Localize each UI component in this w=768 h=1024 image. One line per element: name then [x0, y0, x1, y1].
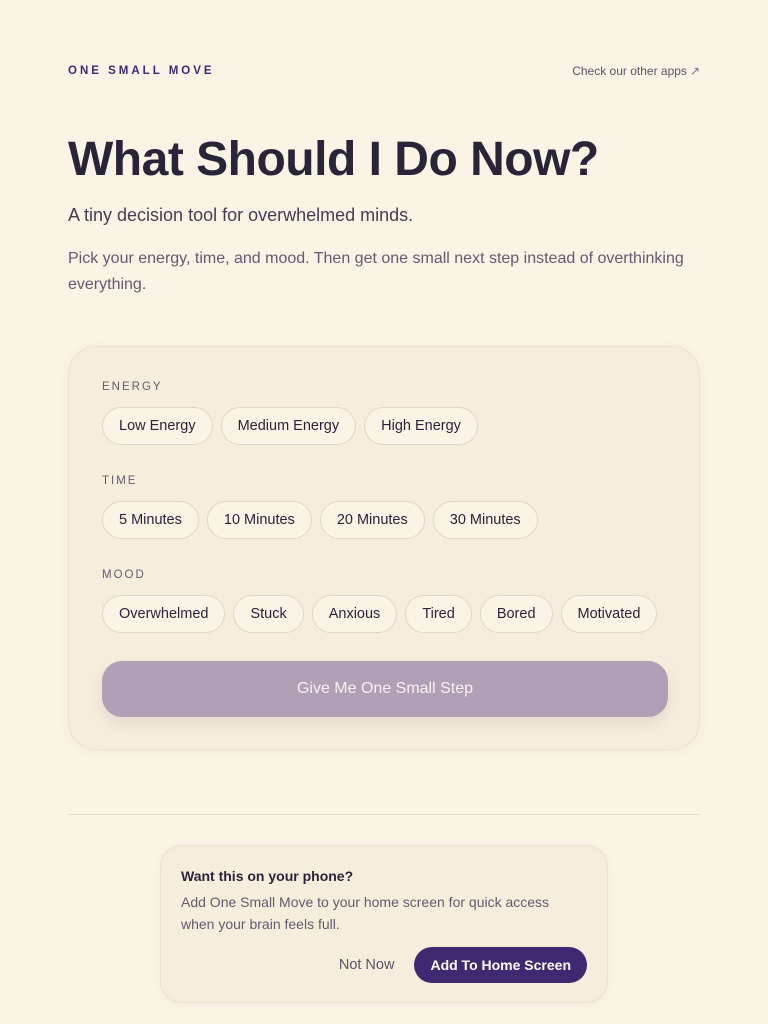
energy-option-low[interactable]: Low Energy: [102, 407, 213, 445]
give-step-button[interactable]: Give Me One Small Step: [102, 661, 668, 717]
energy-option-medium[interactable]: Medium Energy: [220, 407, 357, 445]
mood-option-motivated[interactable]: Motivated: [560, 595, 658, 633]
mood-option-bored[interactable]: Bored: [479, 595, 553, 633]
top-bar: ONE SMALL MOVE Check our other apps ↗: [68, 64, 700, 78]
section-divider: [68, 814, 700, 815]
energy-options: Low Energy Medium Energy High Energy: [102, 407, 478, 445]
not-now-button[interactable]: Not Now: [339, 957, 395, 973]
energy-option-high[interactable]: High Energy: [364, 407, 478, 445]
page-title: What Should I Do Now?: [68, 133, 599, 186]
install-prompt-title: Want this on your phone?: [181, 868, 354, 884]
time-option-10[interactable]: 10 Minutes: [206, 501, 312, 539]
time-option-20[interactable]: 20 Minutes: [319, 501, 425, 539]
page: ONE SMALL MOVE Check our other apps ↗ Wha…: [0, 0, 768, 1024]
other-apps-label: Check our other apps: [572, 64, 687, 78]
arrow-up-right-icon: ↗: [689, 64, 700, 78]
install-prompt-actions: Not Now Add To Home Screen: [339, 947, 587, 983]
page-subtitle: A tiny decision tool for overwhelmed min…: [68, 205, 414, 225]
mood-options: Overwhelmed Stuck Anxious Tired Bored Mo…: [102, 595, 658, 633]
add-to-home-screen-button[interactable]: Add To Home Screen: [414, 947, 587, 983]
mood-option-overwhelmed[interactable]: Overwhelmed: [102, 595, 226, 633]
time-option-5[interactable]: 5 Minutes: [102, 501, 199, 539]
page-description: Pick your energy, time, and mood. Then g…: [68, 250, 684, 293]
mood-option-tired[interactable]: Tired: [405, 595, 472, 633]
mood-option-anxious[interactable]: Anxious: [311, 595, 398, 633]
install-prompt-description: Add One Small Move to your home screen f…: [181, 894, 550, 932]
brand-logo: ONE SMALL MOVE: [68, 65, 215, 77]
energy-label: ENERGY: [102, 381, 163, 393]
time-option-30[interactable]: 30 Minutes: [432, 501, 538, 539]
time-options: 5 Minutes 10 Minutes 20 Minutes 30 Minut…: [102, 501, 538, 539]
install-prompt-card: Want this on your phone? Add One Small M…: [160, 845, 608, 1003]
other-apps-link[interactable]: Check our other apps ↗: [572, 64, 700, 78]
mood-option-stuck[interactable]: Stuck: [233, 595, 304, 633]
time-label: TIME: [102, 475, 138, 487]
selector-card: ENERGY Low Energy Medium Energy High Ene…: [68, 346, 700, 750]
mood-label: MOOD: [102, 569, 146, 581]
